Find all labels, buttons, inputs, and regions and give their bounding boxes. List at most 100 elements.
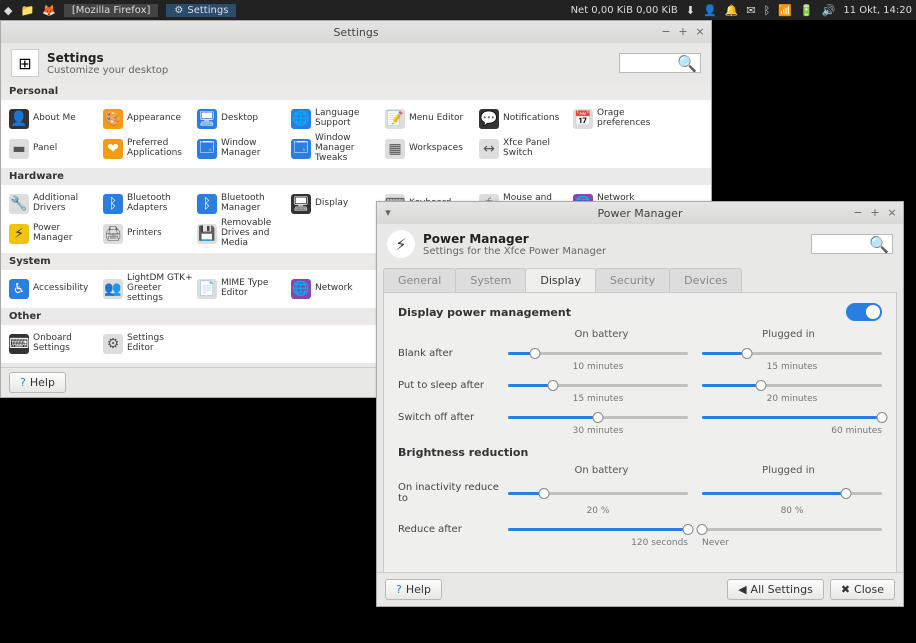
r2-battery-slider[interactable] xyxy=(508,410,688,424)
settings-item-appearance[interactable]: 🎨Appearance xyxy=(101,104,195,134)
mail-icon[interactable]: ✉ xyxy=(746,4,755,17)
r0-plugged-slider[interactable] xyxy=(702,346,882,360)
brightness-battery-slider[interactable] xyxy=(508,486,688,500)
settings-item-menu-editor[interactable]: 📝Menu Editor xyxy=(383,104,477,134)
settings-item-removable-drives-and-media[interactable]: 💾Removable Drives and Media xyxy=(195,219,289,249)
settings-item-preferred-applications[interactable]: ❤Preferred Applications xyxy=(101,134,195,164)
taskbar-firefox[interactable]: [Mozilla Firefox] xyxy=(64,4,159,17)
val-r2-battery: 30 minutes xyxy=(508,426,688,436)
settings-titlebar[interactable]: Settings − + × xyxy=(1,21,711,43)
settings-item-additional-drivers[interactable]: 🔧Additional Drivers xyxy=(7,189,101,219)
update-icon[interactable]: ⬇ xyxy=(686,4,695,17)
clock[interactable]: 11 Okt, 14:20 xyxy=(843,5,912,16)
browser-icon[interactable]: 🦊 xyxy=(42,4,56,17)
item-icon: ♿ xyxy=(9,279,29,299)
all-settings-button[interactable]: ◀All Settings xyxy=(727,579,824,600)
item-icon: 🌐 xyxy=(291,279,311,299)
user-icon[interactable]: 👤 xyxy=(703,4,717,17)
r1-plugged-slider[interactable] xyxy=(702,378,882,392)
minimize-icon[interactable]: − xyxy=(851,206,865,220)
maximize-icon[interactable]: + xyxy=(868,206,882,220)
settings-item-display[interactable]: 🖥Display xyxy=(289,189,383,219)
pm-footer: ?Help ◀All Settings ✖Close xyxy=(377,572,903,606)
settings-item-printers[interactable]: 🖨Printers xyxy=(101,219,195,249)
settings-item-power-manager[interactable]: ⚡Power Manager xyxy=(7,219,101,249)
r0-battery-slider[interactable] xyxy=(508,346,688,360)
close-icon[interactable]: × xyxy=(693,25,707,39)
item-icon: ⌨ xyxy=(9,334,29,354)
pm-search[interactable]: 🔍 xyxy=(811,234,893,254)
settings-item-mime-type-editor[interactable]: 📄MIME Type Editor xyxy=(195,274,289,304)
settings-header: ⊞ Settings Customize your desktop 🔍 xyxy=(1,43,711,83)
wifi-icon[interactable]: 📶 xyxy=(778,4,792,17)
row-label-r2: Switch off after xyxy=(398,412,508,423)
settings-header-sub: Customize your desktop xyxy=(47,65,168,76)
pm-help-button[interactable]: ?Help xyxy=(385,579,442,600)
settings-item-onboard-settings[interactable]: ⌨Onboard Settings xyxy=(7,329,101,359)
settings-item-window-manager-tweaks[interactable]: 🗔Window Manager Tweaks xyxy=(289,134,383,164)
settings-item-orage-preferences[interactable]: 📅Orage preferences xyxy=(571,104,665,134)
item-icon: 🖥 xyxy=(197,109,217,129)
item-icon: ᛒ xyxy=(103,194,123,214)
pm-titlebar[interactable]: Power Manager ▾ − + × xyxy=(377,202,903,224)
reduce-battery-slider[interactable] xyxy=(508,522,688,536)
menu-icon[interactable]: ◆ xyxy=(4,4,12,17)
close-icon[interactable]: × xyxy=(885,206,899,220)
item-icon: 💾 xyxy=(197,224,217,244)
settings-item-bluetooth-manager[interactable]: ᛒBluetooth Manager xyxy=(195,189,289,219)
item-label: Window Manager xyxy=(221,139,287,159)
tab-general[interactable]: General xyxy=(383,268,456,292)
settings-item-settings-editor[interactable]: ⚙Settings Editor xyxy=(101,329,195,359)
r2-plugged-slider[interactable] xyxy=(702,410,882,424)
settings-item-notifications[interactable]: 💬Notifications xyxy=(477,104,571,134)
settings-item-network[interactable]: 🌐 Network xyxy=(289,274,383,304)
reduce-plugged-slider[interactable] xyxy=(702,522,882,536)
r1-battery-slider[interactable] xyxy=(508,378,688,392)
back-icon: ◀ xyxy=(738,583,746,596)
settings-help-button[interactable]: ?Help xyxy=(9,372,66,393)
item-label: Removable Drives and Media xyxy=(221,219,287,249)
settings-item-bluetooth-adapters[interactable]: ᛒBluetooth Adapters xyxy=(101,189,195,219)
settings-item-language-support[interactable]: 🌐Language Support xyxy=(289,104,383,134)
help-icon: ? xyxy=(20,376,26,389)
settings-item-xfce-panel-switch[interactable]: ↔Xfce Panel Switch xyxy=(477,134,571,164)
minimize-icon[interactable]: − xyxy=(659,25,673,39)
files-icon[interactable]: 📁 xyxy=(20,4,34,17)
pm-header-title: Power Manager xyxy=(423,232,606,246)
maximize-icon[interactable]: + xyxy=(676,25,690,39)
pm-menu-icon[interactable]: ▾ xyxy=(381,206,395,220)
settings-item-window-manager[interactable]: 🗔Window Manager xyxy=(195,134,289,164)
settings-search[interactable]: 🔍 xyxy=(619,53,701,73)
settings-item-accessibility[interactable]: ♿Accessibility xyxy=(7,274,101,304)
col-battery: On battery xyxy=(508,465,695,476)
settings-item-about-me[interactable]: 👤About Me xyxy=(7,104,101,134)
tab-security[interactable]: Security xyxy=(595,268,670,292)
close-button[interactable]: ✖Close xyxy=(830,579,895,600)
col-plugged: Plugged in xyxy=(695,465,882,476)
settings-item-panel[interactable]: ▬Panel xyxy=(7,134,101,164)
settings-item-workspaces[interactable]: ▦Workspaces xyxy=(383,134,477,164)
bell-icon[interactable]: 🔔 xyxy=(725,4,739,17)
settings-title: Settings xyxy=(333,26,378,39)
item-label: Additional Drivers xyxy=(33,194,99,214)
tab-devices[interactable]: Devices xyxy=(669,268,742,292)
settings-item-desktop[interactable]: 🖥Desktop xyxy=(195,104,289,134)
tab-system[interactable]: System xyxy=(455,268,526,292)
item-icon: 📄 xyxy=(197,279,217,299)
settings-item-lightdm-gtk-greeter-settings[interactable]: 👥LightDM GTK+ Greeter settings xyxy=(101,274,195,304)
brightness-plugged-slider[interactable] xyxy=(702,486,882,500)
item-icon: ⚡ xyxy=(9,224,29,244)
item-label: Network xyxy=(315,284,353,294)
section-personal: Personal xyxy=(1,83,711,100)
item-label: MIME Type Editor xyxy=(221,279,287,299)
volume-icon[interactable]: 🔊 xyxy=(822,4,836,17)
item-label: Bluetooth Manager xyxy=(221,194,287,214)
val-brightness-battery: 20 % xyxy=(508,506,688,516)
bluetooth-icon[interactable]: ᛒ xyxy=(764,4,771,17)
taskbar-settings[interactable]: ⚙Settings xyxy=(166,4,236,17)
item-label: Onboard Settings xyxy=(33,334,99,354)
tab-display[interactable]: Display xyxy=(525,268,596,292)
pm-header: ⚡ Power Manager Settings for the Xfce Po… xyxy=(377,224,903,264)
battery-icon[interactable]: 🔋 xyxy=(800,4,814,17)
dpm-toggle[interactable] xyxy=(846,303,882,321)
